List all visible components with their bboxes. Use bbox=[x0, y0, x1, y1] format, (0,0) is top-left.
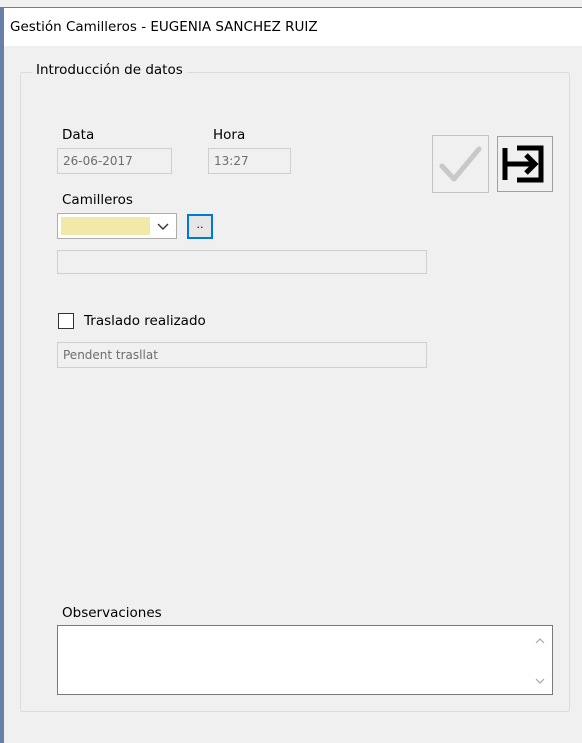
traslado-checkbox[interactable] bbox=[58, 313, 74, 329]
scroll-down-icon[interactable] bbox=[534, 676, 546, 686]
exit-button[interactable] bbox=[497, 136, 553, 192]
data-field: 26-06-2017 bbox=[57, 148, 172, 174]
camilleros-label: Camilleros bbox=[62, 192, 133, 208]
camilleros-lookup-button[interactable]: .. bbox=[187, 214, 213, 239]
check-icon bbox=[439, 146, 482, 182]
window-title: Gestión Camilleros - EUGENIA SANCHEZ RUI… bbox=[10, 19, 318, 35]
traslado-status-field: Pendent trasllat bbox=[57, 342, 427, 368]
camilleros-description-field bbox=[57, 250, 427, 274]
traslado-label: Traslado realizado bbox=[84, 313, 206, 329]
observaciones-textarea[interactable] bbox=[57, 625, 553, 695]
title-bar: Gestión Camilleros - EUGENIA SANCHEZ RUI… bbox=[4, 8, 582, 46]
hora-label: Hora bbox=[213, 127, 246, 143]
camilleros-selected-value bbox=[61, 217, 150, 235]
group-legend: Introducción de datos bbox=[32, 62, 187, 78]
scroll-up-icon[interactable] bbox=[534, 636, 546, 646]
data-label: Data bbox=[62, 127, 95, 143]
camilleros-select[interactable] bbox=[57, 213, 177, 239]
exit-arrow-icon bbox=[502, 145, 544, 183]
confirm-button[interactable] bbox=[432, 135, 489, 193]
observaciones-label: Observaciones bbox=[62, 605, 162, 621]
hora-field: 13:27 bbox=[208, 148, 291, 174]
chevron-down-icon bbox=[157, 223, 169, 230]
